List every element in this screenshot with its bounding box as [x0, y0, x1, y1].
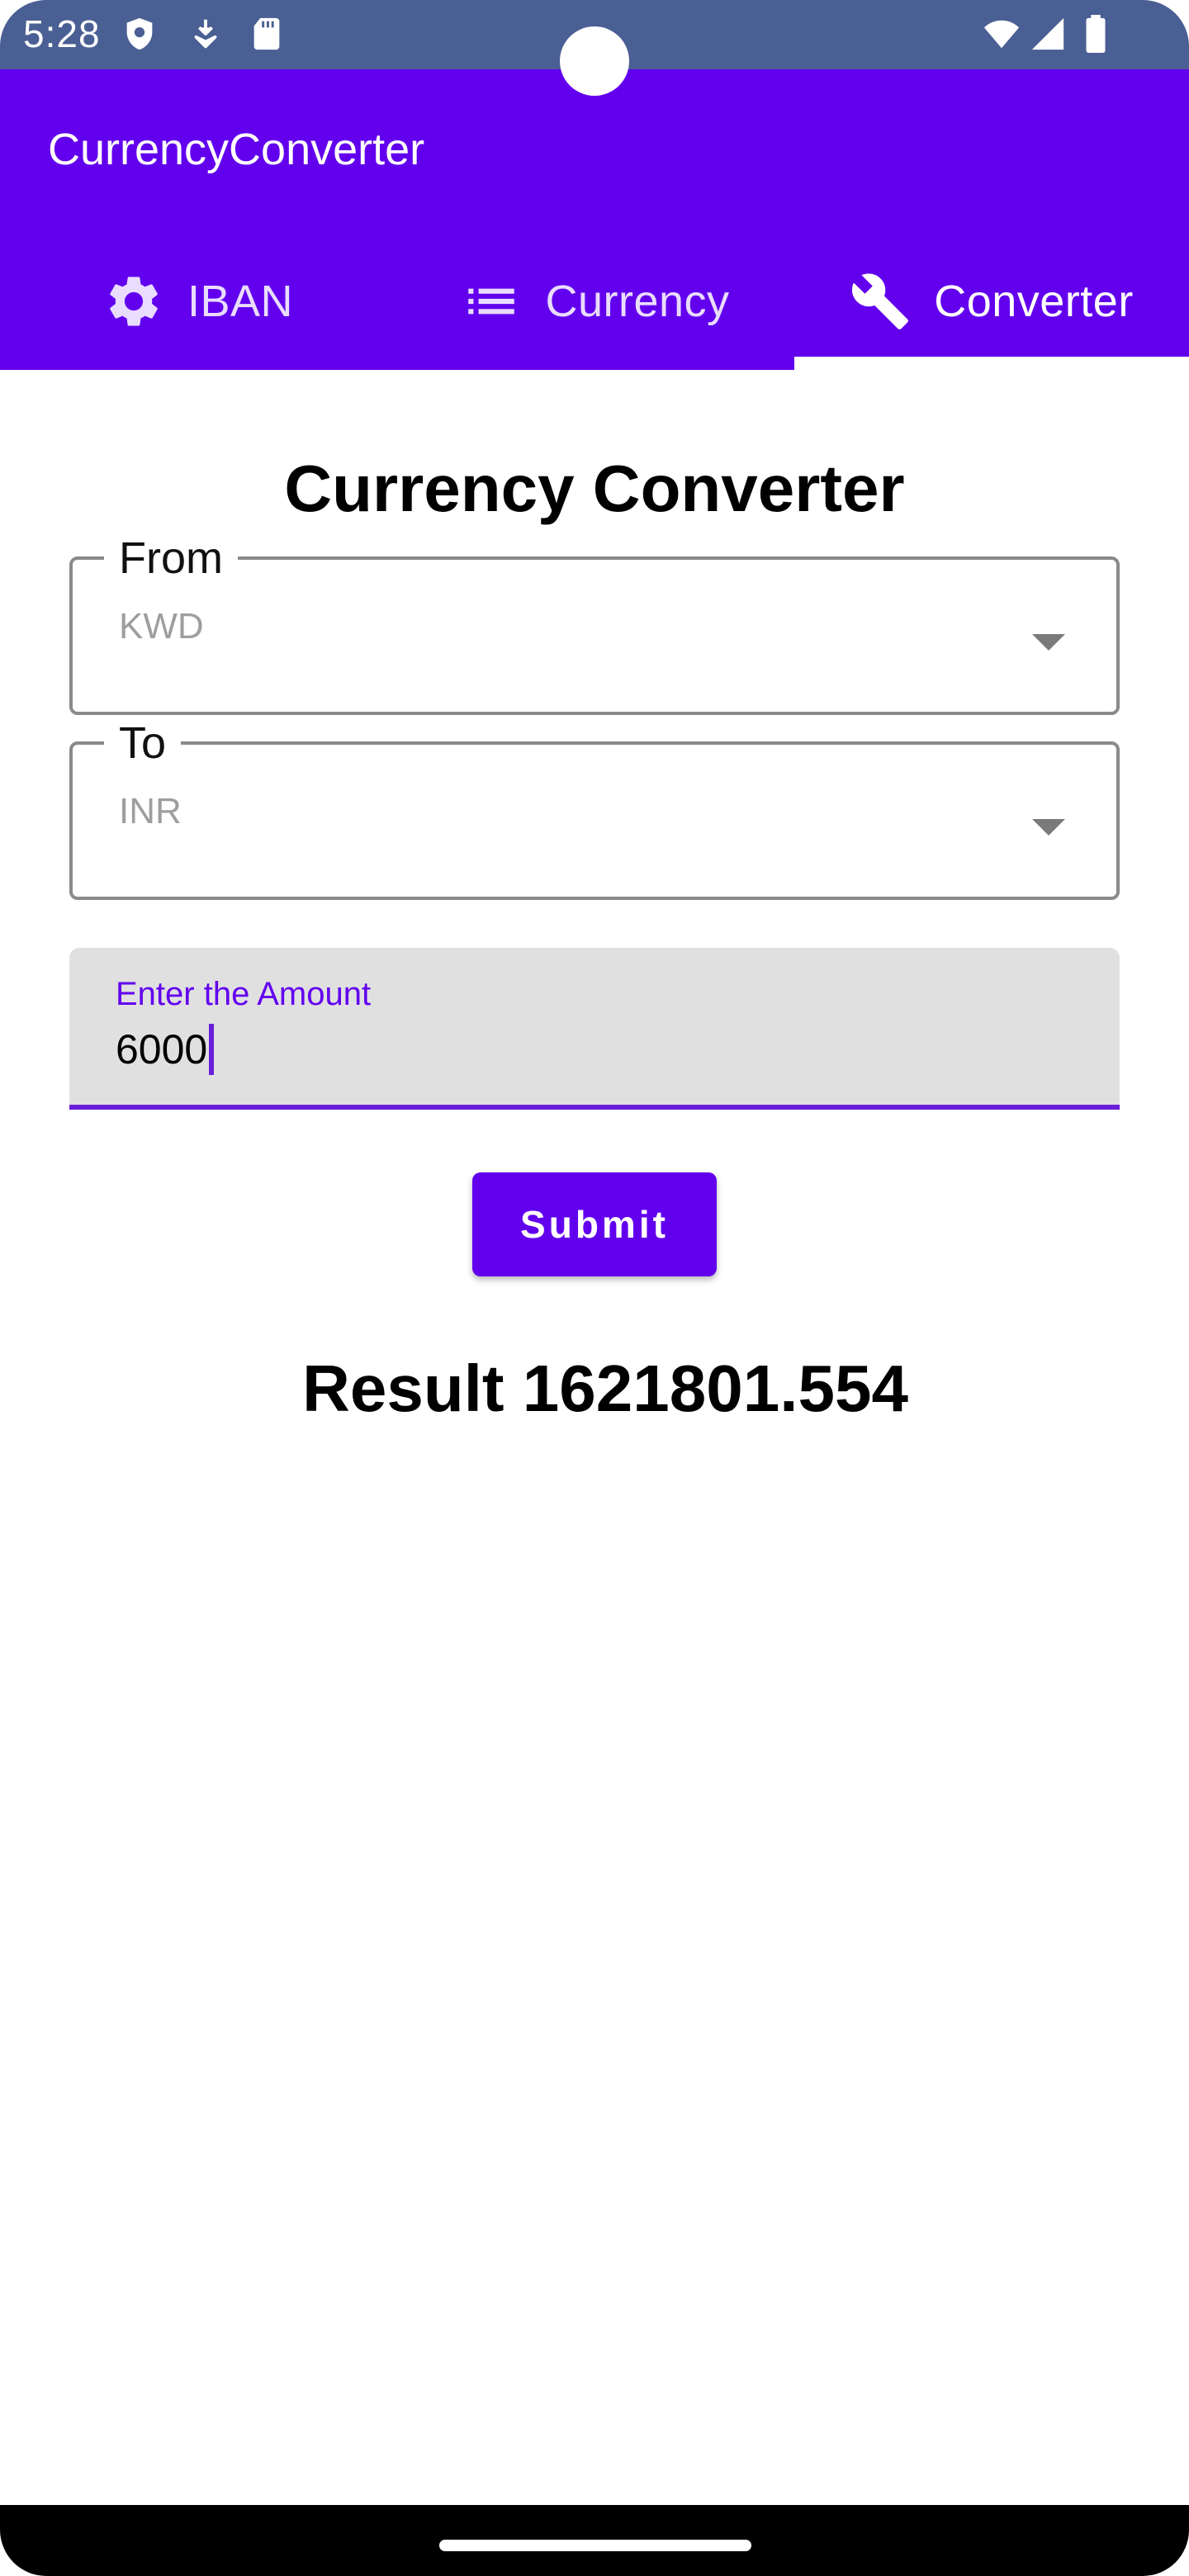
tab-iban[interactable]: IBAN — [0, 233, 396, 370]
chevron-down-icon — [1032, 819, 1065, 836]
to-dropdown-value: INR — [119, 791, 182, 831]
amount-input-label: Enter the Amount — [116, 976, 372, 1012]
tab-currency-label: Currency — [545, 277, 730, 326]
chevron-down-icon — [1032, 634, 1065, 651]
home-gesture-handle[interactable] — [439, 2540, 751, 2551]
submit-button[interactable]: Submit — [472, 1172, 717, 1276]
result-text: Result 1621801.554 — [302, 1352, 908, 1425]
navigation-bar — [0, 2505, 1189, 2576]
amount-input-value: 6000 — [116, 1026, 208, 1073]
battery-icon — [1086, 15, 1106, 53]
tab-bar: IBAN Currency Converter — [0, 233, 1189, 370]
gear-icon — [110, 277, 158, 326]
tab-converter[interactable]: Converter — [794, 233, 1189, 370]
from-dropdown-value: KWD — [119, 606, 204, 646]
to-dropdown-label: To — [104, 717, 182, 769]
from-dropdown[interactable]: From KWD — [69, 532, 1120, 715]
to-dropdown[interactable]: To INR — [69, 717, 1120, 900]
status-time: 5:28 — [23, 12, 101, 55]
tab-currency[interactable]: Currency — [396, 233, 794, 370]
amount-input[interactable]: Enter the Amount 6000 — [69, 948, 1120, 1110]
app-screen: 5:28 CurrencyConverter IBAN Currency Con… — [0, 0, 1189, 2576]
amount-input-value-wrap: 6000 — [116, 1024, 215, 1075]
page-title: Currency Converter — [284, 452, 905, 525]
shield-icon — [126, 17, 153, 50]
tab-converter-label: Converter — [934, 277, 1134, 326]
sd-card-icon — [253, 17, 280, 50]
signal-icon — [1031, 17, 1064, 50]
tab-indicator — [794, 357, 1189, 370]
download-icon — [194, 19, 217, 49]
text-caret — [209, 1024, 215, 1075]
tab-iban-label: IBAN — [187, 277, 294, 326]
from-dropdown-label: From — [104, 532, 238, 585]
camera-cutout — [560, 26, 629, 96]
list-icon — [468, 288, 515, 315]
wrench-icon — [852, 273, 909, 329]
wifi-icon — [983, 20, 1020, 49]
app-title: CurrencyConverter — [48, 125, 425, 174]
